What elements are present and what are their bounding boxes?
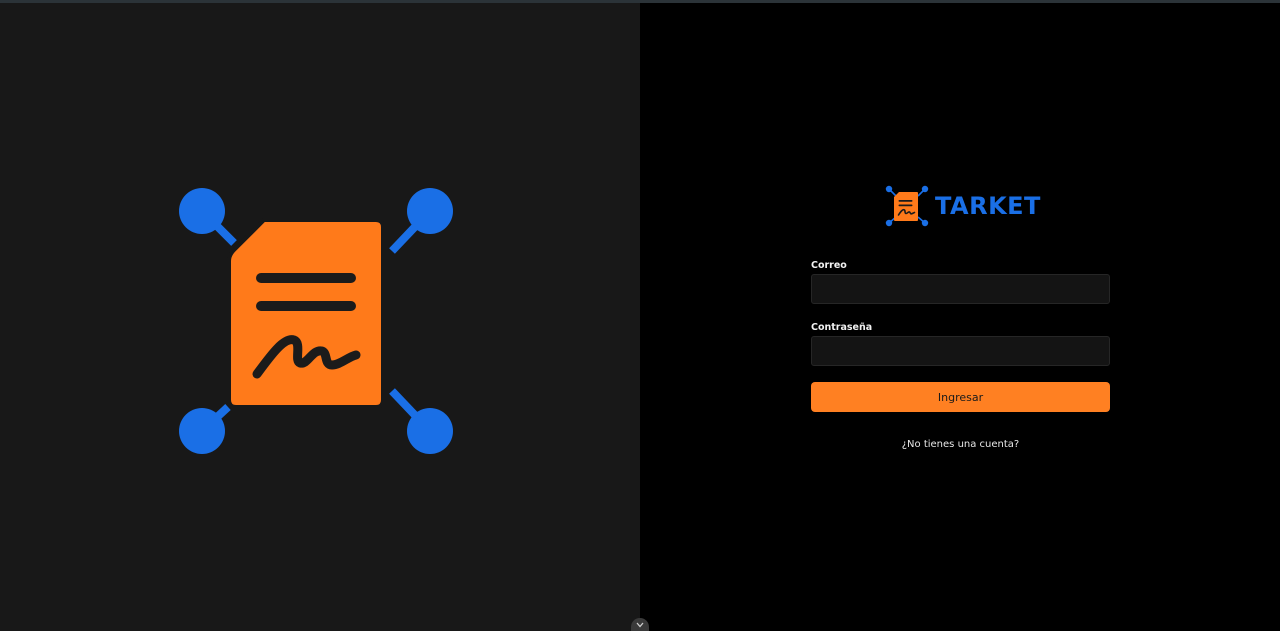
- brand-logo-icon: [885, 185, 929, 227]
- login-form: Correo Contraseña Ingresar ¿No tienes un…: [811, 259, 1110, 450]
- scroll-toggle-button[interactable]: [631, 618, 649, 631]
- password-field[interactable]: [811, 336, 1110, 366]
- signup-link[interactable]: ¿No tienes una cuenta?: [811, 439, 1110, 450]
- chevron-down-icon: [636, 622, 644, 627]
- brand-name: TARKET: [935, 192, 1041, 220]
- brand-header: TARKET: [885, 185, 1041, 227]
- hero-panel: [0, 3, 640, 631]
- signed-document-network-icon: [179, 188, 453, 454]
- email-label: Correo: [811, 260, 847, 271]
- password-label: Contraseña: [811, 322, 873, 333]
- email-field[interactable]: [811, 274, 1110, 304]
- login-button[interactable]: Ingresar: [811, 382, 1110, 412]
- login-panel: TARKET Correo Contraseña Ingresar ¿No ti…: [640, 3, 1280, 631]
